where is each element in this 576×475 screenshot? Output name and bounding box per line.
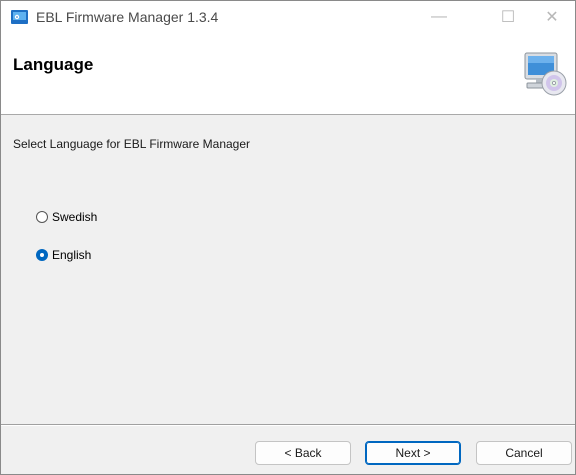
footer-divider bbox=[1, 424, 575, 426]
window-title: EBL Firmware Manager 1.3.4 bbox=[36, 9, 219, 25]
radio-option-english[interactable]: English bbox=[36, 248, 91, 262]
minimize-button[interactable]: — bbox=[416, 1, 462, 33]
radio-label-swedish: Swedish bbox=[52, 210, 98, 224]
title-bar[interactable]: EBL Firmware Manager 1.3.4 — ☐ ✕ bbox=[1, 1, 575, 33]
page-title: Language bbox=[13, 55, 94, 74]
next-button[interactable]: Next > bbox=[365, 441, 461, 465]
installer-window: EBL Firmware Manager 1.3.4 — ☐ ✕ Languag… bbox=[0, 0, 576, 475]
back-button[interactable]: < Back bbox=[255, 441, 351, 465]
page-header: Language bbox=[1, 33, 575, 115]
app-icon bbox=[11, 10, 28, 24]
radio-button-checked[interactable] bbox=[36, 249, 48, 261]
computer-cd-icon bbox=[524, 52, 567, 96]
instruction-text: Select Language for EBL Firmware Manager bbox=[13, 137, 251, 151]
cancel-button[interactable]: Cancel bbox=[476, 441, 572, 465]
close-button[interactable]: ✕ bbox=[529, 1, 575, 33]
radio-button-unchecked[interactable] bbox=[36, 211, 48, 223]
radio-option-swedish[interactable]: Swedish bbox=[36, 210, 97, 224]
radio-label-english: English bbox=[52, 248, 92, 262]
maximize-button[interactable]: ☐ bbox=[485, 1, 531, 33]
